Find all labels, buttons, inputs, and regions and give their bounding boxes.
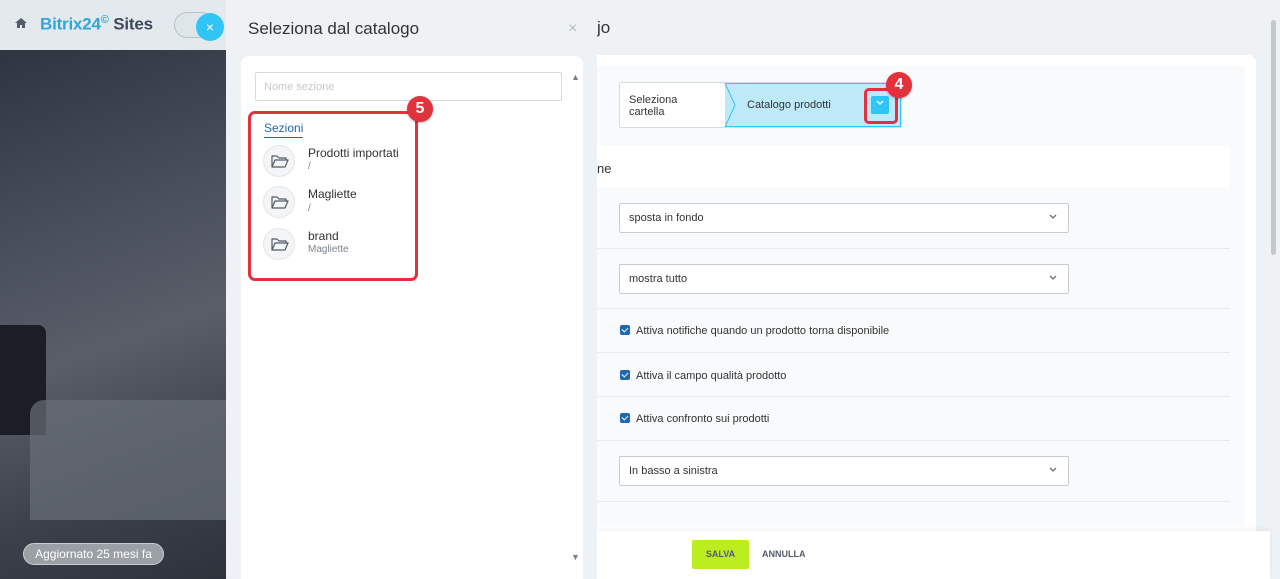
quality-checkbox-row[interactable]: Attiva il campo qualità prodotto (620, 370, 786, 382)
updated-badge: Aggiornato 25 mesi fa (23, 543, 164, 565)
notify-checkbox-label: Attiva notifiche quando un prodotto torn… (636, 325, 890, 337)
section-header-row (597, 145, 1230, 187)
close-slider-button[interactable]: × (196, 13, 224, 41)
quality-checkbox[interactable] (620, 370, 630, 380)
sort-select-value: sposta in fondo (629, 212, 704, 224)
annotation-badge-4: 4 (886, 72, 912, 98)
notify-checkbox[interactable] (620, 325, 630, 335)
brand-clock: © (100, 14, 109, 26)
breadcrumb-catalog-label: Catalogo prodotti (747, 99, 831, 111)
scroll-down-arrow-icon[interactable]: ▼ (571, 552, 580, 562)
annotation-badge-5: 5 (407, 96, 433, 122)
display-select-value: mostra tutto (629, 273, 688, 285)
background-couch (30, 400, 226, 520)
brand-logo[interactable]: Bitrix24© Sites (40, 14, 153, 35)
breadcrumb-first-line1: Seleziona (629, 94, 678, 106)
notify-checkbox-row[interactable]: Attiva notifiche quando un prodotto torn… (620, 325, 889, 337)
quality-checkbox-label: Attiva il campo qualità prodotto (636, 370, 787, 382)
position-select-value: In basso a sinistra (629, 465, 718, 477)
position-select[interactable]: In basso a sinistra (619, 456, 1069, 486)
breadcrumb-first-line2: cartella (629, 106, 665, 118)
compare-checkbox-label: Attiva confronto sui prodotti (636, 413, 770, 425)
sort-select[interactable]: sposta in fondo (619, 203, 1069, 233)
section-header-label: ne (597, 161, 612, 176)
compare-checkbox-row[interactable]: Attiva confronto sui prodotti (620, 413, 769, 425)
brand-name: Bitrix24 (40, 14, 101, 34)
site-preview-background: Bitrix24© Sites × Aggiornato 25 mesi fa (0, 0, 226, 579)
chevron-down-icon (1049, 275, 1057, 280)
page-scrollbar[interactable] (1271, 20, 1276, 255)
settings-title-fragment: jo (597, 18, 611, 37)
save-button[interactable]: SALVA (692, 540, 749, 569)
breadcrumb-arrow-shape (715, 83, 736, 127)
section-search-input[interactable] (255, 72, 562, 101)
brand-suffix: Sites (113, 14, 153, 34)
chevron-down-icon (1049, 214, 1057, 219)
scroll-up-arrow-icon[interactable]: ▲ (571, 72, 580, 82)
display-select[interactable]: mostra tutto (619, 264, 1069, 294)
slider-close-icon[interactable]: × (568, 20, 577, 38)
annotation-highlight-5 (248, 111, 418, 281)
slider-title: Seleziona dal catalogo (248, 19, 420, 38)
chevron-down-icon (1049, 467, 1057, 472)
cancel-button[interactable]: ANNULLA (762, 549, 806, 559)
home-icon[interactable] (14, 16, 28, 30)
compare-checkbox[interactable] (620, 413, 630, 423)
breadcrumb-select-folder[interactable]: Seleziona cartella (629, 94, 677, 118)
